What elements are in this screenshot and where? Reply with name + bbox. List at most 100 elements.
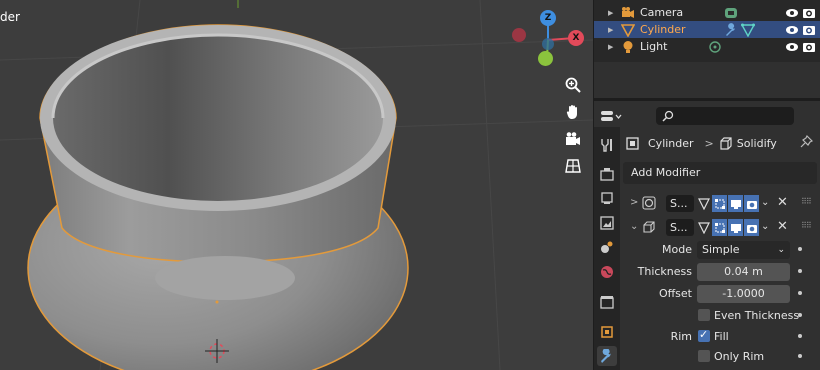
tab-scene[interactable] (597, 237, 617, 257)
outliner-label: Cylinder (640, 23, 686, 36)
even-thickness-label[interactable]: Even Thickness (714, 309, 799, 322)
modifier-header-collapsed[interactable]: > S... ⌄ ✕ ⠿⠿ (624, 192, 820, 216)
circle-modifier-icon (642, 196, 656, 213)
gizmo-z-axis[interactable]: Z (540, 10, 556, 26)
camera-object-icon (621, 6, 635, 20)
tab-output[interactable] (597, 188, 617, 208)
grid-icon (565, 159, 581, 173)
chevron-down-icon[interactable]: ⌄ (761, 221, 769, 232)
search-icon (662, 110, 674, 122)
mesh-vertex-icon (697, 221, 710, 234)
pin-button[interactable] (800, 134, 814, 151)
breadcrumb: Cylinder > Solidify (626, 135, 777, 151)
even-thickness-row: Even Thickness (620, 306, 820, 326)
add-modifier-button[interactable]: Add Modifier (623, 162, 817, 184)
edit-mode-cage-toggle[interactable] (696, 219, 711, 236)
keyframe-dot-icon[interactable] (798, 313, 802, 317)
thickness-field[interactable]: 0.04 m (697, 263, 790, 281)
zoom-button[interactable] (561, 73, 585, 97)
viewport-title: der (0, 10, 20, 24)
viewport-toggle[interactable] (728, 195, 743, 212)
tab-modifiers[interactable] (597, 346, 617, 366)
close-icon[interactable]: ✕ (777, 195, 788, 210)
keyframe-dot-icon[interactable] (798, 269, 802, 273)
chevron-right-icon[interactable]: > (630, 197, 638, 208)
tab-collection[interactable] (597, 292, 617, 312)
only-rim-row: Only Rim (620, 347, 820, 367)
visibility-eye-icon[interactable] (785, 6, 799, 20)
3d-viewport[interactable]: der Z X (0, 0, 593, 370)
zoom-icon (565, 77, 581, 93)
keyframe-dot-icon[interactable] (798, 247, 802, 251)
outliner-row-camera[interactable]: ▶ Camera (594, 4, 820, 21)
render-camera-icon[interactable] (802, 40, 816, 54)
scene-icon (601, 241, 613, 253)
wrench-icon (601, 349, 611, 363)
drag-handle-icon[interactable]: ⠿⠿ (801, 197, 812, 206)
chevron-down-icon[interactable]: ⌄ (630, 221, 638, 232)
light-data-icon[interactable] (708, 40, 722, 54)
view-layer-icon (600, 216, 614, 230)
drag-handle-icon[interactable]: ⠿⠿ (801, 221, 812, 230)
tab-world[interactable] (597, 262, 617, 282)
outliner[interactable]: ▶ Camera ▶ Cylinder ▶ Light (594, 0, 820, 62)
keyframe-dot-icon[interactable] (798, 291, 802, 295)
pin-icon (800, 134, 814, 148)
gizmo-x-axis[interactable]: X (568, 30, 584, 46)
camera-icon (566, 132, 580, 145)
mesh-data-icon[interactable] (741, 23, 755, 37)
keyframe-dot-icon[interactable] (798, 354, 802, 358)
render-camera-icon[interactable] (802, 6, 816, 20)
offset-field[interactable]: -1.0000 (697, 285, 790, 303)
close-icon[interactable]: ✕ (777, 219, 788, 234)
keyframe-dot-icon[interactable] (798, 334, 802, 338)
mesh-object-icon (621, 23, 635, 37)
fill-checkbox[interactable] (698, 328, 710, 342)
wrench-icon[interactable] (724, 22, 738, 37)
fill-label[interactable]: Fill (714, 330, 729, 343)
modifier-name-field[interactable]: S... (666, 195, 694, 212)
even-thickness-checkbox[interactable] (698, 309, 710, 321)
render-toggle[interactable] (744, 195, 759, 212)
tab-tool[interactable] (597, 135, 617, 155)
edit-mode-toggle[interactable] (712, 219, 727, 236)
expand-arrow-icon[interactable]: ▶ (608, 43, 613, 51)
properties-editor-icon (601, 111, 622, 121)
visibility-eye-icon[interactable] (785, 23, 799, 37)
pan-button[interactable] (561, 100, 585, 124)
expand-arrow-icon[interactable]: ▶ (608, 9, 613, 17)
outliner-row-cylinder[interactable]: ▶ Cylinder (594, 21, 820, 38)
render-camera-icon[interactable] (802, 23, 816, 37)
edit-mode-cage-toggle[interactable] (696, 195, 711, 212)
only-rim-label[interactable]: Only Rim (714, 350, 764, 363)
chevron-down-icon[interactable]: ⌄ (761, 197, 769, 208)
gizmo-y-axis[interactable] (538, 51, 553, 66)
camera-view-button[interactable] (561, 127, 585, 151)
expand-arrow-icon[interactable]: ▶ (608, 26, 613, 34)
only-rim-checkbox[interactable] (698, 350, 710, 362)
modifier-name-field[interactable]: S... (666, 219, 694, 236)
right-panel: ▶ Camera ▶ Cylinder ▶ Light Cylinder > S… (594, 0, 820, 370)
viewport-toggle[interactable] (728, 219, 743, 236)
mode-dropdown[interactable]: Simple ⌄ (697, 241, 790, 259)
mode-value: Simple (702, 243, 740, 256)
editor-type-button[interactable] (600, 107, 624, 125)
monitor-icon (730, 223, 741, 233)
chevron-down-icon: ⌄ (777, 245, 785, 255)
outliner-row-light[interactable]: ▶ Light (594, 38, 820, 55)
tab-object[interactable] (597, 322, 617, 342)
visibility-eye-icon[interactable] (785, 40, 799, 54)
properties-search-input[interactable] (656, 107, 794, 125)
perspective-toggle-button[interactable] (561, 154, 585, 178)
tab-render[interactable] (597, 164, 617, 184)
render-icon (600, 168, 614, 181)
edit-mode-toggle[interactable] (712, 195, 727, 212)
camera-data-icon[interactable] (724, 6, 738, 20)
output-icon (601, 192, 613, 204)
render-toggle[interactable] (744, 219, 759, 236)
properties-tabs (594, 127, 620, 370)
modifier-header-expanded[interactable]: ⌄ S... ⌄ ✕ ⠿⠿ (624, 216, 820, 240)
thickness-label: Thickness (637, 265, 692, 278)
tab-view-layer[interactable] (597, 213, 617, 233)
offset-label: Offset (658, 287, 692, 300)
